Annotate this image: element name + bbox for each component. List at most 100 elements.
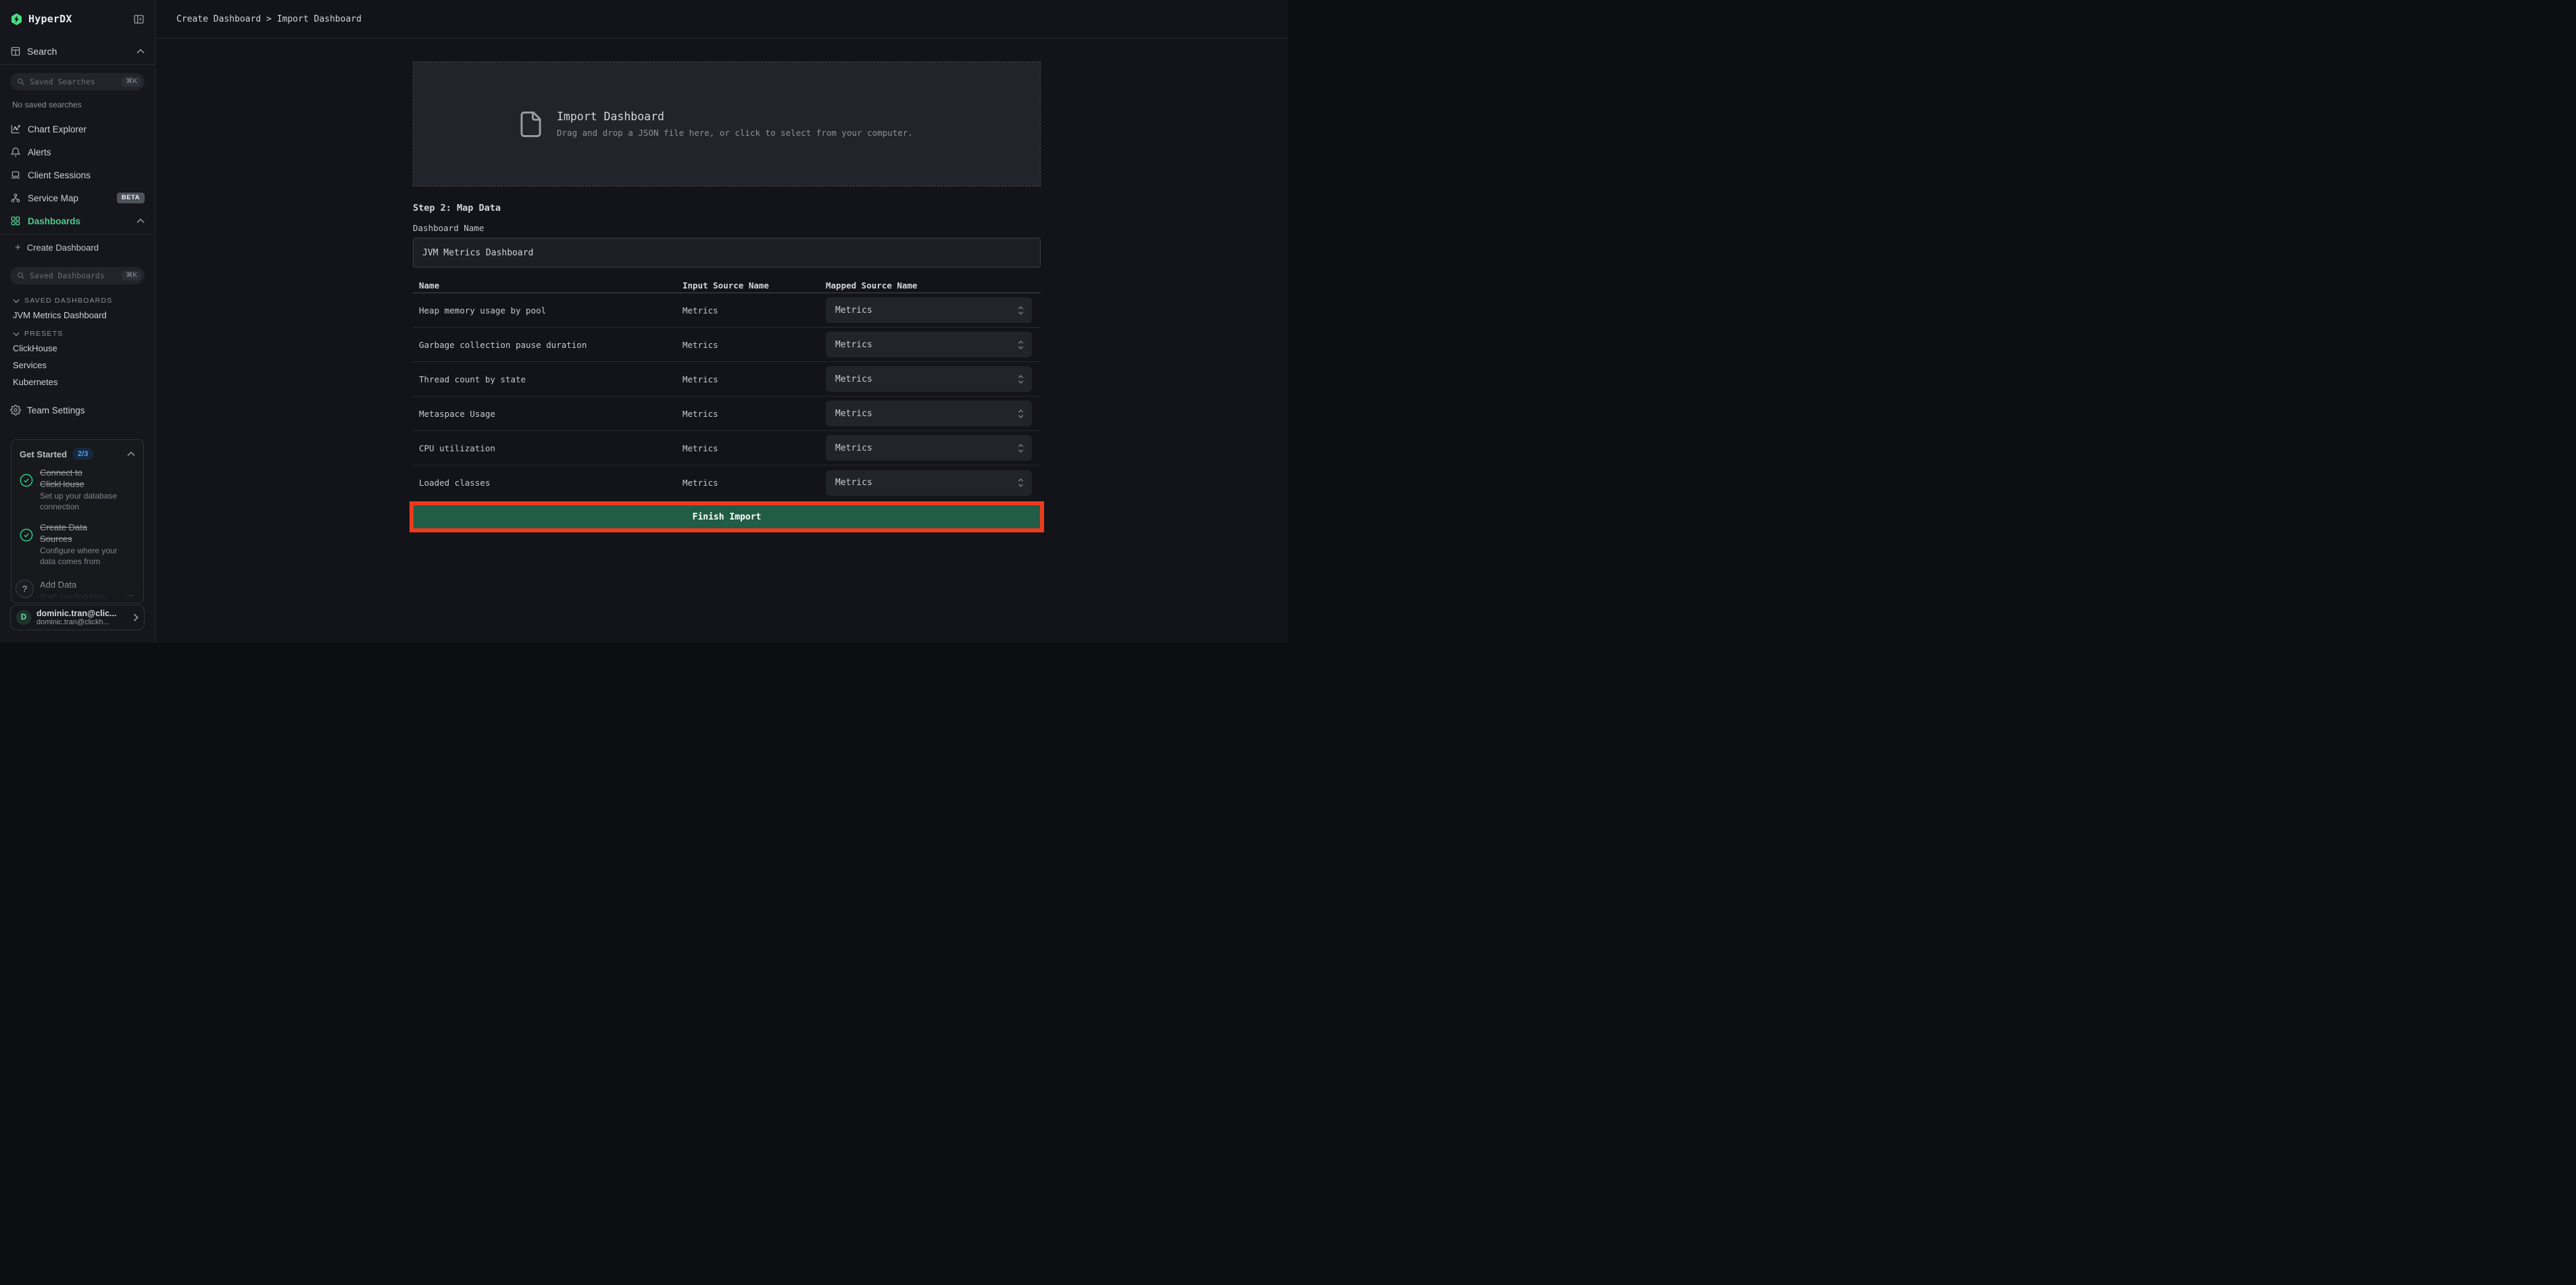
mapped-source-select[interactable]: Metrics — [826, 297, 1032, 323]
chevron-down-icon — [13, 299, 20, 303]
sidebar-item-dashboards[interactable]: Dashboards — [0, 209, 155, 232]
dashboard-name-label: Dashboard Name — [413, 223, 1041, 233]
sidebar-item-team-settings[interactable]: Team Settings — [0, 401, 155, 420]
row-name: Metaspace Usage — [413, 409, 683, 419]
chevron-up-icon — [137, 218, 145, 224]
import-dashboard-content: Import Dashboard Drag and drop a JSON fi… — [413, 61, 1041, 532]
get-started-item-subtitle: Start sending logs, metrics, or traces — [40, 591, 118, 603]
get-started-item-title: Create Data Sources — [40, 522, 120, 545]
file-icon — [520, 111, 541, 138]
chevron-up-icon — [127, 451, 135, 457]
finish-import-button[interactable]: Finish Import — [414, 505, 1040, 528]
logo-row: HyperDX — [0, 0, 155, 38]
sidebar: HyperDX Search Saved Searches ⌘K No save… — [0, 0, 155, 642]
get-started-item-add-data[interactable]: Add Data Start sending logs, metrics, or… — [20, 579, 135, 603]
select-chevrons-icon — [1018, 305, 1024, 316]
chevron-right-icon — [133, 613, 139, 622]
row-name: Loaded classes — [413, 478, 683, 488]
saved-dashboards-group-header[interactable]: SAVED DASHBOARDS — [13, 297, 145, 305]
progress-badge: 2/3 — [72, 448, 93, 460]
dashboards-grid-icon — [10, 216, 21, 226]
saved-searches-shortcut: ⌘K — [122, 77, 141, 86]
sidebar-section-search[interactable]: Search — [0, 38, 155, 65]
mapped-source-select[interactable]: Metrics — [826, 401, 1032, 426]
group-title: SAVED DASHBOARDS — [24, 297, 112, 305]
get-started-item-connect-clickhouse[interactable]: Connect to ClickHouse Set up your databa… — [20, 467, 135, 512]
column-header-mapped-source: Mapped Source Name — [826, 280, 1041, 291]
avatar: D — [16, 610, 31, 625]
user-menu[interactable]: D dominic.tran@clic... dominic.tran@clic… — [10, 605, 145, 630]
sidebar-item-service-map[interactable]: Service Map BETA — [0, 186, 155, 209]
row-name: Thread count by state — [413, 374, 683, 384]
check-circle-icon — [20, 528, 33, 542]
table-row: Loaded classes Metrics Metrics — [413, 465, 1041, 500]
mapped-source-select[interactable]: Metrics — [826, 332, 1032, 357]
dashboard-name-input[interactable] — [413, 238, 1041, 268]
mapped-source-select[interactable]: Metrics — [826, 366, 1032, 392]
arrow-right-icon: → — [125, 588, 135, 600]
select-chevrons-icon — [1018, 409, 1024, 419]
row-input-source: Metrics — [683, 340, 826, 350]
app-title: HyperDX — [28, 13, 128, 25]
create-dashboard-button[interactable]: + Create Dashboard — [0, 236, 155, 259]
check-circle-icon — [20, 474, 33, 487]
row-name: Heap memory usage by pool — [413, 305, 683, 316]
get-started-item-title: Add Data — [40, 579, 118, 590]
column-header-name: Name — [413, 280, 683, 291]
saved-searches-placeholder: Saved Searches — [30, 77, 117, 86]
chart-icon — [10, 124, 21, 134]
mapping-table: Name Input Source Name Mapped Source Nam… — [413, 278, 1041, 500]
get-started-title: Get Started — [20, 449, 67, 459]
table-header-row: Name Input Source Name Mapped Source Nam… — [413, 278, 1041, 293]
saved-searches-input[interactable]: Saved Searches ⌘K — [10, 73, 145, 91]
bell-icon — [10, 147, 21, 157]
sidebar-item-client-sessions[interactable]: Client Sessions — [0, 163, 155, 186]
get-started-item-create-data-sources[interactable]: Create Data Sources Configure where your… — [20, 522, 135, 567]
table-row: Thread count by state Metrics Metrics — [413, 362, 1041, 397]
select-chevrons-icon — [1018, 478, 1024, 488]
search-icon — [17, 272, 25, 280]
sidebar-item-label: Alerts — [28, 147, 145, 157]
collapse-sidebar-icon[interactable] — [133, 14, 145, 25]
beta-badge: BETA — [117, 193, 145, 203]
chevron-down-icon — [13, 332, 20, 336]
get-started-panel: Get Started 2/3 Connect to ClickHouse Se… — [11, 439, 144, 603]
user-email: dominic.tran@clickh... — [36, 618, 128, 626]
app-window: HyperDX Search Saved Searches ⌘K No save… — [0, 0, 1288, 642]
dropzone-subtitle: Drag and drop a JSON file here, or click… — [557, 128, 913, 138]
step-title: Step 2: Map Data — [413, 203, 1041, 213]
select-value: Metrics — [835, 409, 1018, 419]
select-chevrons-icon — [1018, 340, 1024, 350]
get-started-header[interactable]: Get Started 2/3 — [20, 448, 135, 460]
mapped-source-select[interactable]: Metrics — [826, 435, 1032, 461]
sidebar-item-chart-explorer[interactable]: Chart Explorer — [0, 118, 155, 141]
user-name: dominic.tran@clic... — [36, 609, 128, 618]
sidebar-item-services[interactable]: Services — [13, 360, 145, 370]
row-input-source: Metrics — [683, 478, 826, 488]
gear-icon — [10, 405, 21, 415]
sidebar-item-clickhouse[interactable]: ClickHouse — [13, 343, 145, 353]
team-settings-label: Team Settings — [27, 405, 85, 415]
sidebar-item-alerts[interactable]: Alerts — [0, 141, 155, 163]
breadcrumb: Create Dashboard > Import Dashboard — [176, 14, 362, 24]
mapped-source-select[interactable]: Metrics — [826, 470, 1032, 496]
sidebar-search-label: Search — [27, 46, 130, 57]
sidebar-item-kubernetes[interactable]: Kubernetes — [13, 377, 145, 387]
row-input-source: Metrics — [683, 374, 826, 384]
dropzone-title: Import Dashboard — [557, 110, 913, 123]
row-input-source: Metrics — [683, 443, 826, 453]
saved-dashboards-input[interactable]: Saved Dashboards ⌘K — [10, 267, 145, 284]
table-row: CPU utilization Metrics Metrics — [413, 431, 1041, 465]
help-button[interactable]: ? — [16, 580, 34, 598]
select-value: Metrics — [835, 305, 1018, 316]
hyperdx-logo-icon — [10, 13, 23, 26]
row-name: CPU utilization — [413, 443, 683, 453]
get-started-item-subtitle: Configure where your data comes from — [40, 545, 124, 567]
file-dropzone[interactable]: Import Dashboard Drag and drop a JSON fi… — [413, 61, 1041, 186]
sidebar-item-label: Client Sessions — [28, 170, 145, 180]
top-bar: Create Dashboard > Import Dashboard — [155, 0, 1288, 39]
sidebar-item-jvm-metrics-dashboard[interactable]: JVM Metrics Dashboard — [13, 310, 145, 320]
presets-group-header[interactable]: PRESETS — [13, 330, 145, 338]
column-header-input-source: Input Source Name — [683, 280, 826, 291]
saved-dashboards-placeholder: Saved Dashboards — [30, 271, 117, 280]
